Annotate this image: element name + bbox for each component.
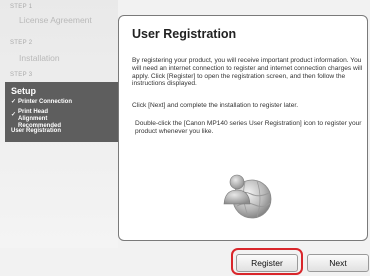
content-panel: User Registration By registering your pr… [118, 15, 368, 241]
step-2-title: Installation [19, 53, 60, 63]
step-1-label: STEP 1 [10, 4, 33, 10]
setup-item-printer-connection: ✓ Printer Connection [11, 99, 111, 106]
check-icon: ✓ [11, 99, 17, 105]
page-title: User Registration [132, 27, 237, 41]
next-button[interactable]: Next [307, 254, 369, 272]
check-icon: ✓ [11, 112, 17, 118]
registration-description: By registering your product, you will re… [132, 57, 363, 88]
steps-sidebar: STEP 1 License Agreement STEP 2 Installa… [0, 0, 118, 248]
setup-title: Setup [11, 86, 37, 96]
user-globe-icon [223, 174, 272, 219]
register-later-text: Click [Next] and complete the installati… [132, 102, 299, 109]
setup-item-user-registration: User Registration [11, 128, 111, 135]
setup-item-label: Printer Connection [18, 99, 73, 105]
step-1-title: License Agreement [19, 15, 92, 25]
double-click-instruction: Double-click the [Canon MP140 series Use… [135, 120, 362, 135]
setup-step-panel: Setup ✓ Printer Connection ✓ Print Head Al… [5, 82, 118, 142]
setup-item-label: Print Head Alignment Recommended [18, 109, 62, 129]
setup-item-print-head-alignment: ✓ Print Head Alignment Recommended [11, 109, 75, 130]
setup-item-label: User Registration [11, 128, 62, 134]
step-3-label: STEP 3 [10, 72, 33, 78]
step-2-label: STEP 2 [10, 40, 33, 46]
installer-window: STEP 1 License Agreement STEP 2 Installa… [0, 0, 370, 276]
register-button[interactable]: Register [236, 254, 298, 272]
